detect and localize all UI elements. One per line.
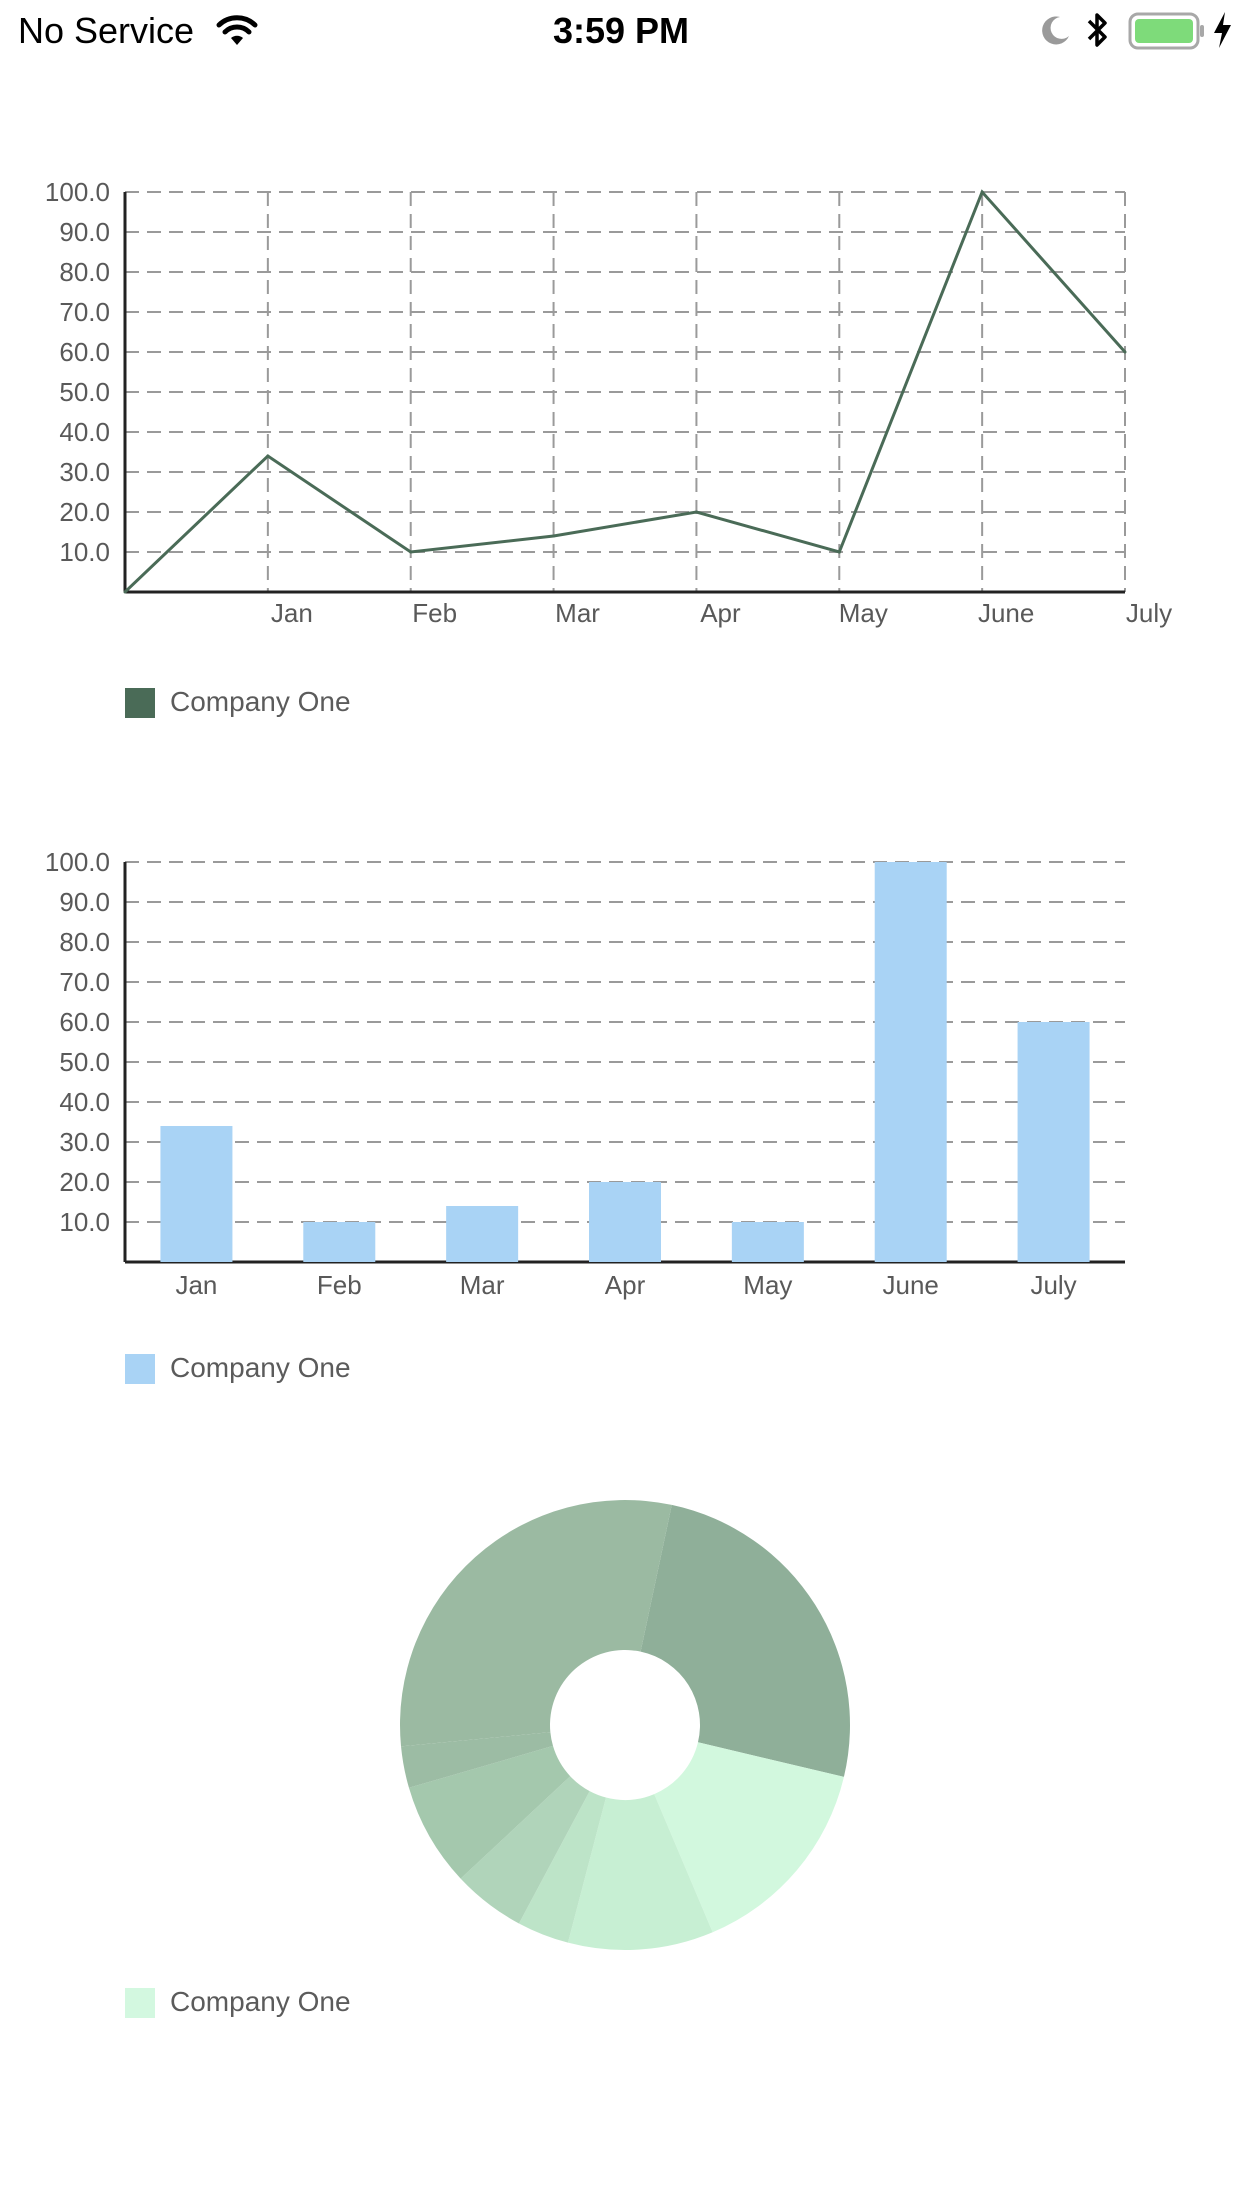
x-tick-label: Jan [175,1270,217,1300]
x-tick-label: Mar [555,598,600,628]
x-tick-label: June [978,598,1034,628]
x-tick-label: May [839,598,888,628]
x-tick-label: Mar [460,1270,505,1300]
data-point [552,534,556,538]
charging-icon [1214,12,1231,48]
x-tick-label: July [1126,598,1172,628]
bar [446,1206,519,1262]
y-tick-label: 20.0 [59,497,110,527]
y-tick-label: 60.0 [59,337,110,367]
legend-label: Company One [170,1986,351,2017]
pie-slice [399,1500,672,1747]
bar [589,1182,661,1262]
bar-chart: 10.0 20.0 30.0 40.0 50.0 60.0 70.0 80.0 90.0 100.… [45,847,1125,1300]
moon-icon [1042,16,1069,45]
y-tick-label: 30.0 [59,1127,110,1157]
data-point [266,454,270,458]
x-tick-label: Feb [317,1270,362,1300]
x-tick-label: Apr [700,598,741,628]
legend-label: Company One [170,686,351,717]
legend-swatch [125,1354,155,1384]
y-tick-label: 70.0 [59,297,110,327]
data-point [694,510,698,514]
data-point [123,590,127,594]
bar [160,1126,233,1262]
bar [1017,1022,1090,1262]
y-tick-label: 70.0 [59,967,110,997]
x-tick-label: Jan [271,598,313,628]
x-tick-label: May [743,1270,792,1300]
y-tick-label: 100.0 [45,847,110,877]
bar [303,1222,376,1262]
bar [874,862,947,1262]
battery-icon [1128,12,1204,50]
x-tick-label: Apr [605,1270,646,1300]
data-point [980,190,984,194]
y-tick-label: 10.0 [59,1207,110,1237]
y-tick-label: 50.0 [59,377,110,407]
pie-slice [640,1504,850,1777]
y-tick-label: 50.0 [59,1047,110,1077]
y-tick-label: 20.0 [59,1167,110,1197]
legend-swatch [125,1988,155,2018]
data-point [1123,350,1127,354]
y-tick-label: 80.0 [59,927,110,957]
data-point [409,550,413,554]
y-tick-label: 40.0 [59,1087,110,1117]
y-tick-label: 100.0 [45,177,110,207]
donut-chart [399,1500,850,1950]
legend-swatch [125,688,155,718]
y-tick-label: 80.0 [59,257,110,287]
y-tick-label: 90.0 [59,217,110,247]
y-tick-label: 10.0 [59,537,110,567]
y-tick-label: 40.0 [59,417,110,447]
bar [731,1222,804,1262]
status-bar: No Service 3:59 PM [0,0,1242,62]
x-tick-label: July [1030,1270,1076,1300]
y-tick-label: 90.0 [59,887,110,917]
bluetooth-icon [1087,13,1107,47]
y-tick-label: 30.0 [59,457,110,487]
line-chart: 10.0 20.0 30.0 40.0 50.0 60.0 70.0 80.0 90.0 100.… [45,177,1172,628]
y-tick-label: 60.0 [59,1007,110,1037]
x-tick-label: Feb [412,598,457,628]
legend-label: Company One [170,1352,351,1383]
x-tick-label: June [883,1270,939,1300]
data-point [837,550,841,554]
